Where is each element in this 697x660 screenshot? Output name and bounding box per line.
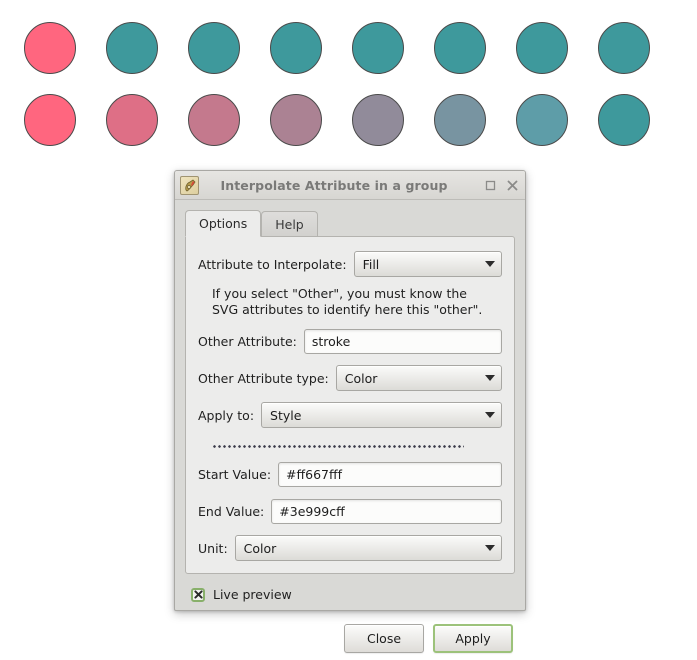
field-attribute-to-interpolate: Attribute to Interpolate: Fill	[198, 251, 502, 277]
svg-circle[interactable]	[106, 22, 158, 74]
start-value-label: Start Value:	[198, 466, 272, 482]
attribute-to-interpolate-value: Fill	[362, 256, 380, 272]
live-preview-label: Live preview	[213, 587, 292, 602]
apply-to-combo[interactable]: Style	[261, 402, 502, 428]
other-attribute-value: stroke	[311, 333, 351, 349]
close-button[interactable]: Close	[344, 624, 424, 653]
attribute-to-interpolate-label: Attribute to Interpolate:	[198, 256, 347, 272]
start-value-text: #ff667fff	[286, 466, 343, 482]
svg-circle[interactable]	[434, 22, 486, 74]
svg-circle[interactable]	[188, 22, 240, 74]
tab-help[interactable]: Help	[261, 211, 318, 236]
dialog-action-area: Close Apply	[175, 624, 525, 653]
svg-circle[interactable]	[270, 22, 322, 74]
attribute-to-interpolate-combo[interactable]: Fill	[353, 251, 502, 277]
other-attribute-hint: If you select "Other", you must know the…	[212, 286, 502, 318]
svg-circle[interactable]	[516, 22, 568, 74]
chevron-down-icon	[485, 412, 495, 418]
dialog-title: Interpolate Attribute in a group	[220, 177, 448, 193]
other-attribute-type-value: Color	[344, 370, 378, 386]
end-value-text: #3e999cff	[279, 503, 345, 519]
other-attribute-type-combo[interactable]: Color	[335, 365, 502, 391]
chevron-down-icon	[485, 375, 495, 381]
svg-circle[interactable]	[188, 94, 240, 146]
field-end-value: End Value: #3e999cff	[198, 498, 502, 524]
circle-row-original	[0, 22, 697, 82]
close-icon[interactable]	[501, 174, 523, 196]
svg-circle[interactable]	[106, 94, 158, 146]
svg-circle[interactable]	[598, 94, 650, 146]
field-other-attribute-type: Other Attribute type: Color	[198, 365, 502, 391]
interpolate-attribute-dialog: Interpolate Attribute in a group Options…	[174, 170, 526, 653]
screenshot-root: Interpolate Attribute in a group Options…	[0, 0, 697, 660]
apply-button-label: Apply	[455, 631, 491, 646]
apply-to-value: Style	[270, 407, 302, 423]
field-apply-to: Apply to: Style	[198, 402, 502, 428]
svg-circle[interactable]	[24, 94, 76, 146]
tab-options[interactable]: Options	[185, 210, 262, 237]
other-attribute-label: Other Attribute:	[198, 333, 297, 349]
apply-button[interactable]: Apply	[433, 624, 513, 653]
field-unit: Unit: Color	[198, 535, 502, 561]
svg-circle[interactable]	[270, 94, 322, 146]
unit-label: Unit:	[198, 540, 228, 556]
tab-help-label: Help	[275, 216, 304, 232]
unit-combo[interactable]: Color	[234, 535, 502, 561]
svg-circle[interactable]	[352, 94, 404, 146]
circle-row-interpolated	[0, 94, 697, 154]
live-preview-checkbox[interactable]: Live preview	[191, 587, 525, 602]
svg-circle[interactable]	[516, 94, 568, 146]
inkscape-extension-icon	[180, 175, 199, 195]
tab-options-label: Options	[199, 216, 248, 231]
svg-circle[interactable]	[24, 22, 76, 74]
other-attribute-input[interactable]: stroke	[303, 328, 502, 354]
options-tab-page: Attribute to Interpolate: Fill If you se…	[185, 236, 515, 574]
chevron-down-icon	[485, 545, 495, 551]
field-other-attribute: Other Attribute: stroke	[198, 328, 502, 354]
unit-value: Color	[243, 540, 277, 556]
svg-circle[interactable]	[352, 22, 404, 74]
dotted-separator	[212, 439, 502, 453]
svg-circle[interactable]	[598, 22, 650, 74]
checkbox-checked-icon	[191, 587, 205, 602]
end-value-label: End Value:	[198, 503, 265, 519]
maximize-icon[interactable]	[479, 174, 501, 196]
svg-circle[interactable]	[434, 94, 486, 146]
chevron-down-icon	[485, 261, 495, 267]
hint-line-2: SVG attributes to identify here this "ot…	[212, 302, 483, 317]
apply-to-label: Apply to:	[198, 407, 255, 423]
end-value-input[interactable]: #3e999cff	[271, 498, 502, 524]
hint-line-1: If you select "Other", you must know the	[212, 286, 467, 301]
dialog-titlebar[interactable]: Interpolate Attribute in a group	[175, 171, 525, 200]
close-button-label: Close	[366, 631, 402, 646]
tab-strip: Options Help	[185, 210, 515, 237]
start-value-input[interactable]: #ff667fff	[278, 461, 502, 487]
other-attribute-type-label: Other Attribute type:	[198, 370, 329, 386]
field-start-value: Start Value: #ff667fff	[198, 461, 502, 487]
